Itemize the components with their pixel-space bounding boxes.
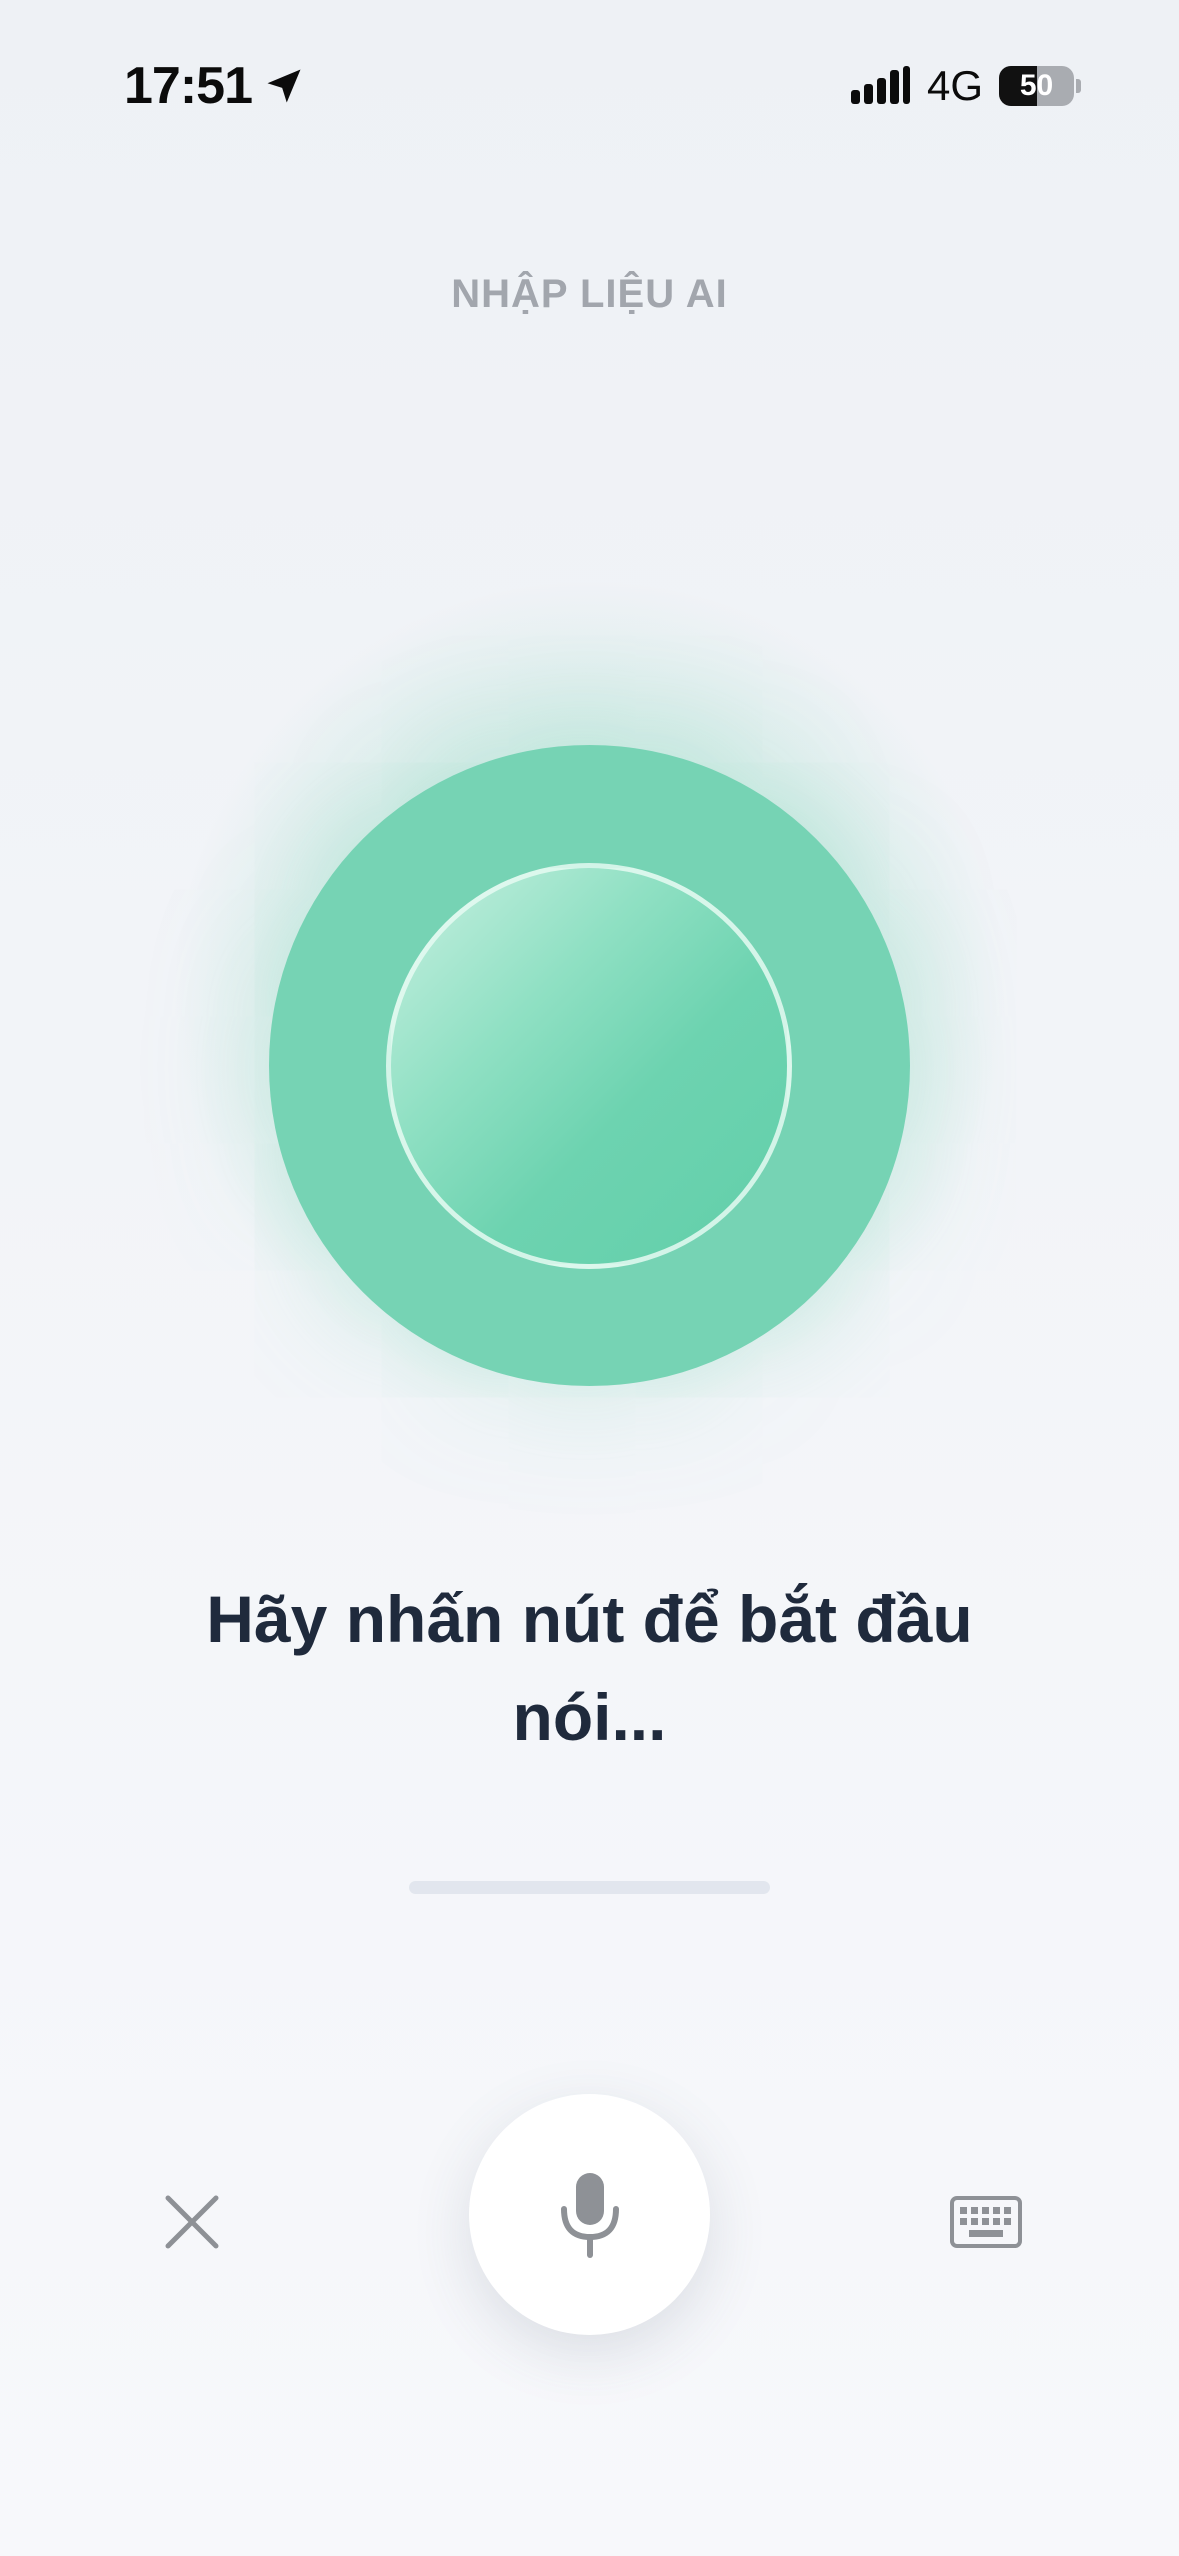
- transcript-placeholder-bar: [409, 1881, 770, 1894]
- status-bar: 17:51 4G 50: [0, 0, 1179, 170]
- battery-tip: [1076, 79, 1081, 93]
- cellular-signal-icon: [850, 66, 910, 104]
- screen-title: NHẬP LIỆU AI: [451, 272, 728, 316]
- battery-percent: 50: [1019, 69, 1054, 102]
- battery-body: 50: [999, 66, 1075, 106]
- microphone-button[interactable]: [469, 2094, 710, 2335]
- keyboard-icon: [950, 2196, 1022, 2248]
- battery-indicator: 50: [999, 64, 1081, 108]
- network-type: 4G: [926, 62, 983, 109]
- keyboard-button[interactable]: [944, 2180, 1028, 2264]
- voice-prompt: Hãy nhấn nút để bắt đầu nói...: [206, 1582, 973, 1754]
- microphone-icon: [560, 2172, 619, 2258]
- status-time: 17:51: [124, 56, 306, 116]
- close-button[interactable]: [150, 2180, 234, 2264]
- status-indicators: 4G 50: [849, 62, 1081, 110]
- voice-orb-inner: [386, 863, 792, 1269]
- close-icon: [165, 2195, 219, 2249]
- location-arrow-icon: [267, 69, 301, 103]
- status-time-label: 17:51: [124, 57, 253, 115]
